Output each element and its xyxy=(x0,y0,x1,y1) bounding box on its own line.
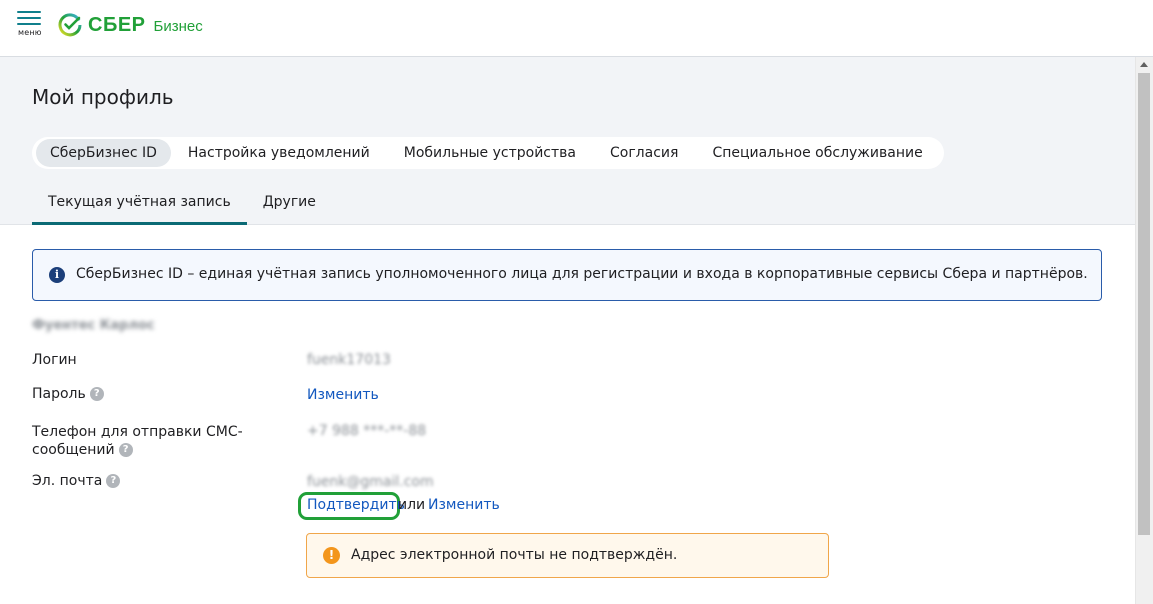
phone-help-icon[interactable]: ? xyxy=(118,443,133,457)
tab-consents[interactable]: Согласия xyxy=(593,139,695,167)
info-icon: i xyxy=(49,267,65,283)
login-label: Логин xyxy=(32,352,77,368)
email-value: fuenk@gmail.com xyxy=(307,474,434,490)
email-label: Эл. почта xyxy=(32,473,103,489)
tab-special-service[interactable]: Специальное обслуживание xyxy=(695,139,939,167)
change-email-link[interactable]: Изменить xyxy=(428,497,500,513)
hamburger-icon xyxy=(15,11,45,25)
account-subtabs: Текущая учётная запись Другие xyxy=(32,185,332,225)
vertical-scrollbar[interactable] xyxy=(1135,57,1153,604)
tab-sberbusiness-id[interactable]: СберБизнес ID xyxy=(36,139,171,167)
change-password-link[interactable]: Изменить xyxy=(307,387,379,403)
phone-label-line1: Телефон для отправки СМС- xyxy=(32,424,243,440)
password-label-row: Пароль? xyxy=(32,386,104,402)
tab-mobile-devices[interactable]: Мобильные устройства xyxy=(387,139,593,167)
info-banner: i СберБизнес ID – единая учётная запись … xyxy=(32,249,1102,301)
email-help-icon[interactable]: ? xyxy=(106,474,121,488)
profile-header-section: Мой профиль СберБизнес ID Настройка увед… xyxy=(0,57,1135,225)
phone-label-row: Телефон для отправки СМС- сообщений? xyxy=(32,423,243,459)
sber-logo[interactable]: СБЕР Бизнес xyxy=(58,12,203,38)
warning-text: Адрес электронной почты не подтверждён. xyxy=(351,547,678,563)
info-banner-text: СберБизнес ID – единая учётная запись уп… xyxy=(76,266,1088,282)
page-title: Мой профиль xyxy=(32,85,174,109)
email-or-text: или xyxy=(398,497,426,513)
subtab-others[interactable]: Другие xyxy=(247,185,332,225)
logo-text: СБЕР xyxy=(88,13,146,36)
person-name: Фуентес Карлос xyxy=(32,318,155,333)
email-label-row: Эл. почта? xyxy=(32,473,121,489)
menu-label: меню xyxy=(18,28,42,37)
phone-label-line2: сообщений xyxy=(32,442,115,458)
logo-subtitle: Бизнес xyxy=(153,18,203,35)
login-value: fuenk17013 xyxy=(307,352,391,368)
tab-notification-settings[interactable]: Настройка уведомлений xyxy=(171,139,387,167)
email-warning-banner: ! Адрес электронной почты не подтверждён… xyxy=(306,533,829,578)
scroll-up-arrow-icon[interactable] xyxy=(1140,62,1148,67)
confirm-email-link[interactable]: Подтвердить xyxy=(307,497,405,513)
menu-button[interactable]: меню xyxy=(15,11,45,41)
warning-icon: ! xyxy=(323,547,340,564)
password-label: Пароль xyxy=(32,386,86,402)
phone-value: +7 988 ***-**-88 xyxy=(307,423,427,439)
sber-logo-icon xyxy=(58,13,82,37)
profile-tabs: СберБизнес ID Настройка уведомлений Моби… xyxy=(32,137,944,169)
password-help-icon[interactable]: ? xyxy=(89,387,104,401)
subtab-current-account[interactable]: Текущая учётная запись xyxy=(32,185,247,225)
top-header: меню СБЕР Бизнес xyxy=(0,0,1153,57)
scroll-thumb[interactable] xyxy=(1138,73,1150,535)
